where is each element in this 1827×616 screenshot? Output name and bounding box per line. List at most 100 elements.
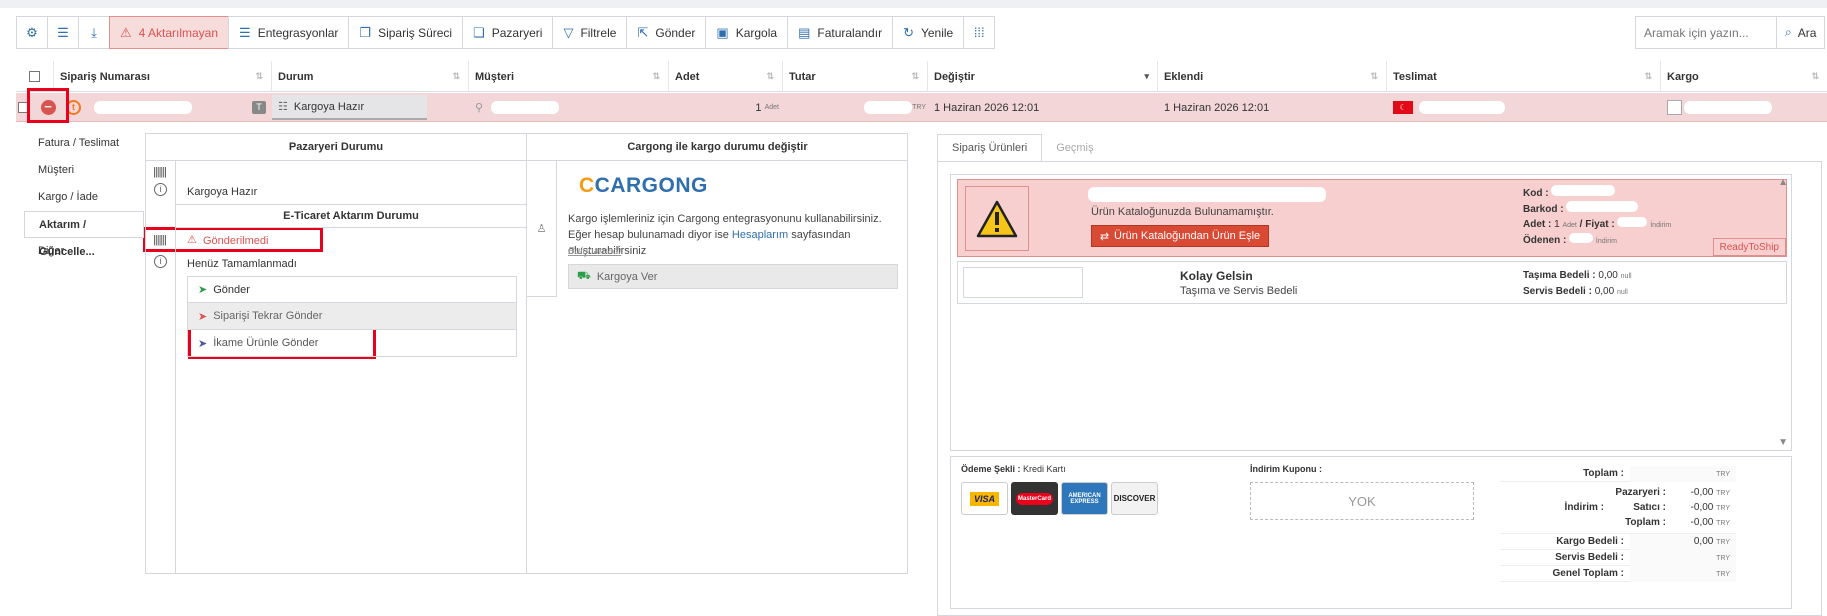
tab-invoice-delivery[interactable]: Fatura / Teslimat	[24, 130, 144, 157]
customer-cell: ⚲	[469, 93, 669, 122]
warning-icon	[965, 186, 1029, 251]
status-label: Kargoya Hazır	[293, 100, 365, 113]
sort-icon: ⇅	[255, 71, 263, 81]
discount-total-label: Toplam :	[1625, 517, 1666, 528]
shipping-subtitle: Taşıma ve Servis Bedeli	[1180, 285, 1298, 297]
tab-order-products[interactable]: Sipariş Ürünleri	[937, 134, 1043, 162]
cargo-fee-row: Kargo Bedeli : 0,00 TRY	[1500, 533, 1736, 550]
transport-fee-unit: null	[1620, 273, 1632, 280]
download-icon: ⤓	[91, 24, 97, 40]
send-label: Gönder	[655, 25, 696, 40]
service-fee-value: TRY	[1630, 549, 1736, 566]
service-fee-row: Servis Bedeli : TRY	[1500, 549, 1736, 566]
col-customer[interactable]: Müşteri ⇅	[469, 61, 669, 92]
qty-label: Adet :	[1523, 219, 1552, 230]
cargo-fee-currency: TRY	[1716, 538, 1730, 546]
accounts-link[interactable]: Hesaplarım	[732, 229, 788, 241]
qty-value: 1	[755, 101, 762, 114]
grid-button[interactable]: ⁞⁞⁞	[963, 16, 996, 49]
substitute-send-action[interactable]: ➤ İkame Ürünle Gönder	[187, 330, 517, 357]
process-button[interactable]: ❐ Sipariş Süreci	[348, 16, 464, 49]
col-order-number[interactable]: Sipariş Numarası ⇅	[54, 61, 272, 92]
barcode-icon: |||||||	[153, 234, 167, 246]
turkey-flag-icon: ☾	[1393, 101, 1413, 114]
discount-marketplace-row: Pazaryeri : -0,00 TRY	[1610, 485, 1736, 500]
unsynced-button[interactable]: ⚠ 4 Aktarılmayan	[109, 16, 230, 49]
tab-sync-update[interactable]: Aktarım / Güncelle...	[24, 211, 144, 258]
discount-marketplace-currency: TRY	[1716, 490, 1730, 497]
marketplace-status-section: Pazaryeri Durumu ||||||| i Kargoya Hazır…	[146, 134, 527, 573]
discount-total-currency: TRY	[1716, 520, 1730, 527]
search-input[interactable]	[1635, 16, 1777, 49]
col-cargo[interactable]: Kargo ⇅	[1661, 61, 1827, 92]
truck-icon: ⛟	[577, 269, 591, 282]
list-check-button[interactable]: ☰	[47, 16, 79, 49]
cargo-fee-label: Kargo Bedeli :	[1556, 536, 1624, 547]
cargo-section-title: Cargong ile kargo durumu değiştir	[527, 134, 908, 161]
window-icon: ❏	[473, 24, 485, 40]
col-amount[interactable]: Tutar ⇅	[783, 61, 928, 92]
resend-action[interactable]: ➤ Siparişi Tekrar Gönder	[187, 303, 517, 330]
service-fee-value: 0,00	[1594, 286, 1615, 297]
unsynced-label: 4 Aktarılmayan	[138, 25, 219, 40]
col-status-label: Durum	[278, 70, 314, 83]
scroll-down-icon[interactable]: ▼	[1778, 437, 1788, 448]
invoice-button[interactable]: ▤ Faturalandır	[787, 16, 894, 49]
match-catalog-button[interactable]: ⇄ Ürün Kataloğundan Ürün Eşle	[1091, 225, 1269, 247]
barcode-label: Barkod :	[1523, 204, 1564, 215]
list-icon: ☷	[278, 101, 288, 113]
table-header: Sipariş Numarası ⇅ Durum ⇅ Müşteri ⇅ Adet ⇅ …	[16, 61, 1827, 92]
col-order-number-label: Sipariş Numarası	[60, 70, 150, 83]
download-button[interactable]: ⤓	[78, 16, 110, 49]
col-added[interactable]: Eklendi ⇅	[1158, 61, 1387, 92]
table-row[interactable]: − t T ☷ Kargoya Hazır ⚲ 1 Adet TRY 1 Hazi…	[16, 93, 1827, 122]
search-bar: ⌕ Ara	[1635, 16, 1826, 49]
scroll-up-icon[interactable]: ▲	[1778, 177, 1788, 188]
col-customer-label: Müşteri	[475, 70, 515, 83]
refresh-button[interactable]: ↻ Yenile	[892, 16, 965, 49]
tab-cargo-return[interactable]: Kargo / İade	[24, 184, 144, 211]
tab-history[interactable]: Geçmiş	[1042, 134, 1107, 162]
col-delivery[interactable]: Teslimat ⇅	[1387, 61, 1661, 92]
process-label: Sipariş Süreci	[378, 25, 453, 40]
marketplace-button[interactable]: ❏ Pazaryeri	[462, 16, 554, 49]
cargong-logo-mark: C	[579, 174, 595, 197]
give-to-cargo-button[interactable]: ⛟ Kargoya Ver	[568, 264, 898, 289]
cargo-cell	[1661, 93, 1827, 122]
filter-icon: ▽	[563, 24, 574, 40]
changed-date: 1 Haziran 2026 12:01	[934, 101, 1040, 114]
discount-total-row: Toplam : -0,00 TRY	[1610, 515, 1736, 530]
col-changed[interactable]: Değiştir ▾	[928, 61, 1158, 92]
settings-button[interactable]: ⚙	[16, 16, 48, 49]
cargo-fee-value: 0,00 TRY	[1630, 533, 1736, 550]
marketplace-logo-cell: t	[66, 93, 86, 122]
toolbar: ⚙ ☰ ⤓ ⚠ 4 Aktarılmayan ☰ Entegrasyonlar ❐ S…	[16, 16, 996, 49]
product-card: Ürün Kataloğunuzda Bulunamamıştır. ⇄ Ürün…	[957, 179, 1787, 257]
visa-text: VISA	[969, 491, 999, 506]
redacted-price	[1617, 217, 1648, 227]
marketplace-status-title: Pazaryeri Durumu	[146, 134, 526, 161]
search-button[interactable]: ⌕ Ara	[1777, 16, 1826, 49]
send-action[interactable]: ➤ Gönder	[187, 276, 517, 303]
col-qty[interactable]: Adet ⇅	[669, 61, 783, 92]
col-status[interactable]: Durum ⇅	[272, 61, 469, 92]
cargong-logo: CCARGONG	[579, 174, 708, 198]
sort-icon: ⇅	[452, 71, 460, 81]
send-button[interactable]: ⇱ Gönder	[626, 16, 707, 49]
integrations-button[interactable]: ☰ Entegrasyonlar	[228, 16, 350, 49]
discount-label: İndirim	[1595, 238, 1617, 245]
sort-icon: ⇅	[1811, 71, 1819, 81]
col-delivery-label: Teslimat	[1393, 70, 1437, 83]
cargo-button[interactable]: ▣ Kargola	[705, 16, 789, 49]
amount-cell: TRY	[783, 93, 928, 122]
products-list: Ürün Kataloğunuzda Bulunamamıştır. ⇄ Ürün…	[950, 174, 1792, 451]
list-icon: ☰	[239, 24, 251, 40]
cargo-fee-amount: 0,00	[1693, 535, 1714, 547]
discount-marketplace-label: Pazaryeri :	[1615, 487, 1666, 498]
match-catalog-label: Ürün Kataloğundan Ürün Eşle	[1114, 230, 1261, 242]
status-cell[interactable]: ☷ Kargoya Hazır	[272, 95, 427, 120]
filter-button[interactable]: ▽ Filtrele	[552, 16, 628, 49]
spacer	[146, 362, 176, 573]
tab-customer[interactable]: Müşteri	[24, 157, 144, 184]
select-all-checkbox[interactable]	[29, 71, 40, 82]
